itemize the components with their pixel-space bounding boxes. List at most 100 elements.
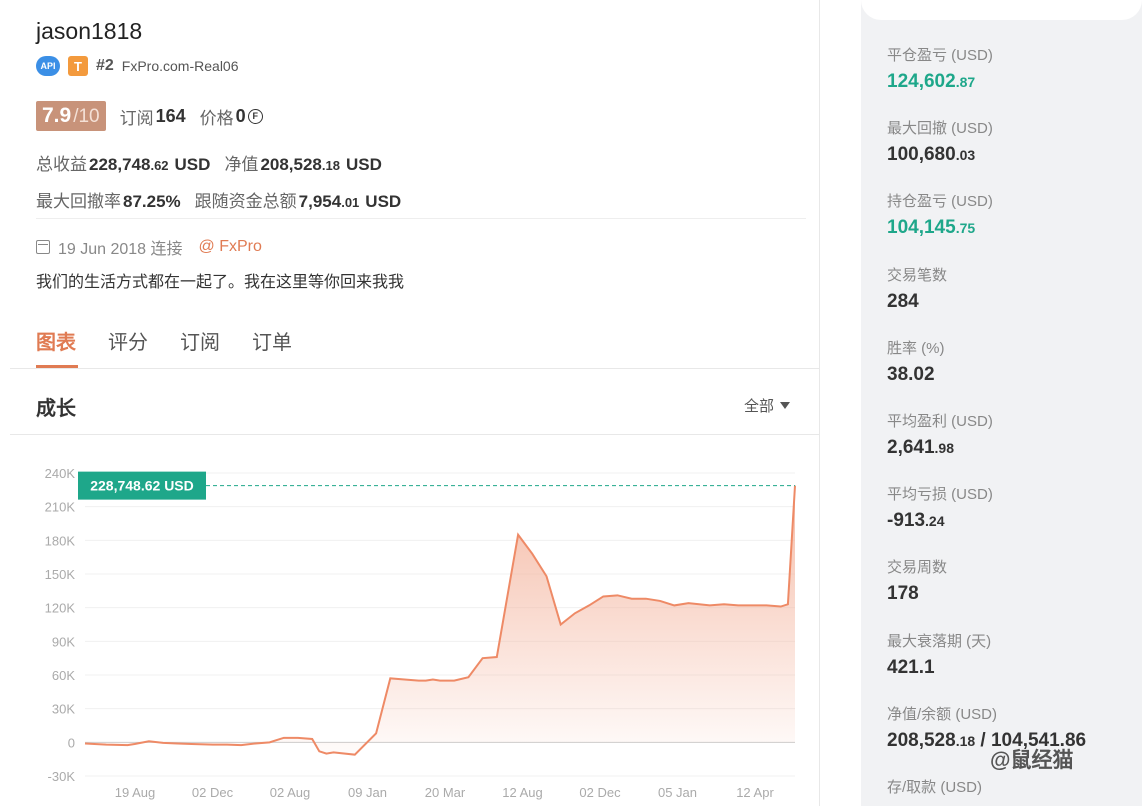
search-input[interactable]: [861, 0, 1142, 20]
max-drawdown-value: 87.25%: [123, 192, 181, 211]
x-tick-label: 02 Dec: [579, 785, 621, 800]
metric-value: 178: [887, 583, 919, 605]
sidebar-metric: 最大衰落期 (天) 421.1: [887, 630, 991, 679]
y-tick-label: 60K: [52, 668, 75, 683]
x-tick-label: 19 Aug: [115, 785, 156, 800]
metric-value: 284: [887, 290, 919, 312]
sidebar-metric: 存/取款 (USD): [887, 776, 982, 797]
series-area: [85, 485, 795, 755]
range-dropdown[interactable]: 全部: [744, 395, 791, 416]
follower-funds-value: 7,954.01: [298, 192, 360, 211]
follower-funds-currency: USD: [365, 192, 402, 211]
growth-chart: 240K 210K 180K 150K 120K 90K 60K 30K 0 -30K 19 Aug…: [45, 466, 796, 800]
y-tick-label: 30K: [52, 702, 75, 717]
trader-name: jason1818: [36, 18, 143, 44]
metric-label: 平均盈利 (USD): [887, 413, 993, 430]
tier-badge: T: [68, 56, 88, 76]
x-tick-label: 20 Mar: [425, 785, 466, 800]
tab-orders[interactable]: 订单: [252, 326, 292, 355]
score-badge: 7.9 /10: [36, 101, 106, 131]
total-profit-label: 总收益: [36, 155, 87, 174]
subscriptions-label: 订阅: [119, 108, 154, 128]
caret-down-icon: [780, 402, 791, 409]
api-badge: API: [36, 56, 60, 76]
y-tick-label: 180K: [45, 533, 76, 548]
badge-row: API T #2 FxPro.com-Real06: [36, 56, 239, 76]
y-tick-label: 120K: [45, 601, 76, 616]
max-drawdown-label: 最大回撤率: [36, 192, 121, 211]
x-tick-label: 12 Aug: [502, 785, 543, 800]
metric-value: 124,602.87: [887, 71, 976, 92]
score-max: /10: [73, 106, 100, 127]
y-tick-label: 150K: [45, 567, 76, 582]
trader-profile-card: jason1818 API T #2 FxPro.com-Real06 7.9 …: [10, 0, 820, 806]
tab-subscriptions[interactable]: 订阅: [180, 326, 220, 355]
profit-row: 总收益 228,748.62 USD 净值 208,528.18 USD: [36, 150, 396, 175]
y-tick-label: -30K: [48, 769, 76, 784]
metric-label: 最大衰落期 (天): [887, 632, 992, 650]
x-tick-label: 02 Aug: [270, 785, 311, 800]
section-divider: [10, 434, 820, 435]
growth-section-title: 成长: [36, 398, 76, 420]
sidebar-metric: 持仓盈亏 (USD) 104,145.75: [887, 190, 993, 239]
x-tick-label: 12 Apr: [736, 785, 774, 800]
broker-link[interactable]: @ FxPro: [199, 238, 262, 256]
metric-label: 净值/余额 (USD): [887, 705, 997, 723]
y-tick-label: 210K: [45, 500, 76, 515]
total-profit-currency: USD: [174, 155, 211, 174]
follower-funds-label: 跟随资金总额: [194, 192, 297, 211]
metric-label: 平仓盈亏 (USD): [887, 47, 993, 64]
watermark: @鼠经猫: [990, 749, 1074, 772]
tabs-divider: [10, 368, 820, 369]
metric-label: 最大回撤 (USD): [887, 120, 993, 138]
coin-icon: F: [247, 108, 263, 124]
range-dropdown-value: 全部: [744, 398, 775, 415]
calendar-icon: [36, 240, 50, 254]
metric-value: 2,641.98: [887, 437, 955, 458]
sidebar-metric: 平均盈利 (USD) 2,641.98: [887, 410, 993, 459]
score-value: 7.9: [42, 104, 72, 127]
metric-label: 存/取款 (USD): [887, 779, 982, 796]
subscriptions-count: 164: [155, 105, 186, 126]
current-value-label: 228,748.62 USD: [90, 478, 194, 494]
metric-label: 胜率 (%): [887, 339, 945, 357]
metric-label: 持仓盈亏 (USD): [887, 193, 993, 211]
equity-currency: USD: [345, 155, 382, 174]
x-tick-label: 05 Jan: [658, 785, 697, 800]
metric-value: 38.02: [887, 363, 935, 385]
y-tick-label: 0: [68, 735, 75, 750]
stats-sidebar: 平仓盈亏 (USD) 124,602.87 最大回撤 (USD) 100,680.03…: [861, 0, 1142, 806]
equity-label: 净值: [224, 155, 259, 174]
metric-label: 平均亏损 (USD): [887, 486, 993, 504]
sidebar-metric: 平均亏损 (USD) -913.24: [887, 483, 993, 532]
sidebar-metric: 交易笔数 284: [887, 264, 947, 313]
equity-value: 208,528.18: [260, 155, 340, 174]
metric-value: 421.1: [887, 656, 935, 678]
sidebar-metric: 胜率 (%) 38.02: [887, 337, 945, 386]
y-tick-label: 240K: [45, 466, 76, 481]
divider: [36, 218, 806, 219]
rank-label: #2: [96, 57, 114, 74]
drawdown-row: 最大回撤率 87.25% 跟随资金总额 7,954.01 USD: [36, 187, 415, 212]
tab-rating[interactable]: 评分: [108, 326, 148, 355]
y-tick-label: 90K: [52, 634, 75, 649]
broker-account: FxPro.com-Real06: [121, 58, 239, 74]
tab-bar: 图表 评分 订阅 订单: [36, 326, 292, 355]
tab-chart[interactable]: 图表: [36, 326, 76, 355]
sidebar-metric: 平仓盈亏 (USD) 124,602.87: [887, 44, 993, 93]
x-tick-label: 09 Jan: [348, 785, 387, 800]
metric-value: 100,680.03: [887, 144, 976, 166]
x-tick-label: 02 Dec: [192, 785, 234, 800]
metric-value: 104,145.75: [887, 217, 976, 239]
sidebar-metric: 交易周数 178: [887, 556, 947, 605]
price-value: 0: [235, 105, 246, 126]
connection-date: 19 Jun 2018 连接: [58, 241, 183, 258]
metric-value: -913.24: [887, 510, 945, 532]
trader-bio: 我们的生活方式都在一起了。我在这里等你回来我我: [36, 274, 405, 291]
metric-label: 交易周数: [887, 559, 948, 577]
score-row: 7.9 /10 订阅 164 价格 0 F: [36, 101, 263, 131]
metric-label: 交易笔数: [887, 266, 948, 284]
sidebar-metric: 最大回撤 (USD) 100,680.03: [887, 117, 993, 166]
connection-row: 19 Jun 2018 连接 @ FxPro: [36, 235, 262, 259]
price-label: 价格: [199, 108, 234, 128]
